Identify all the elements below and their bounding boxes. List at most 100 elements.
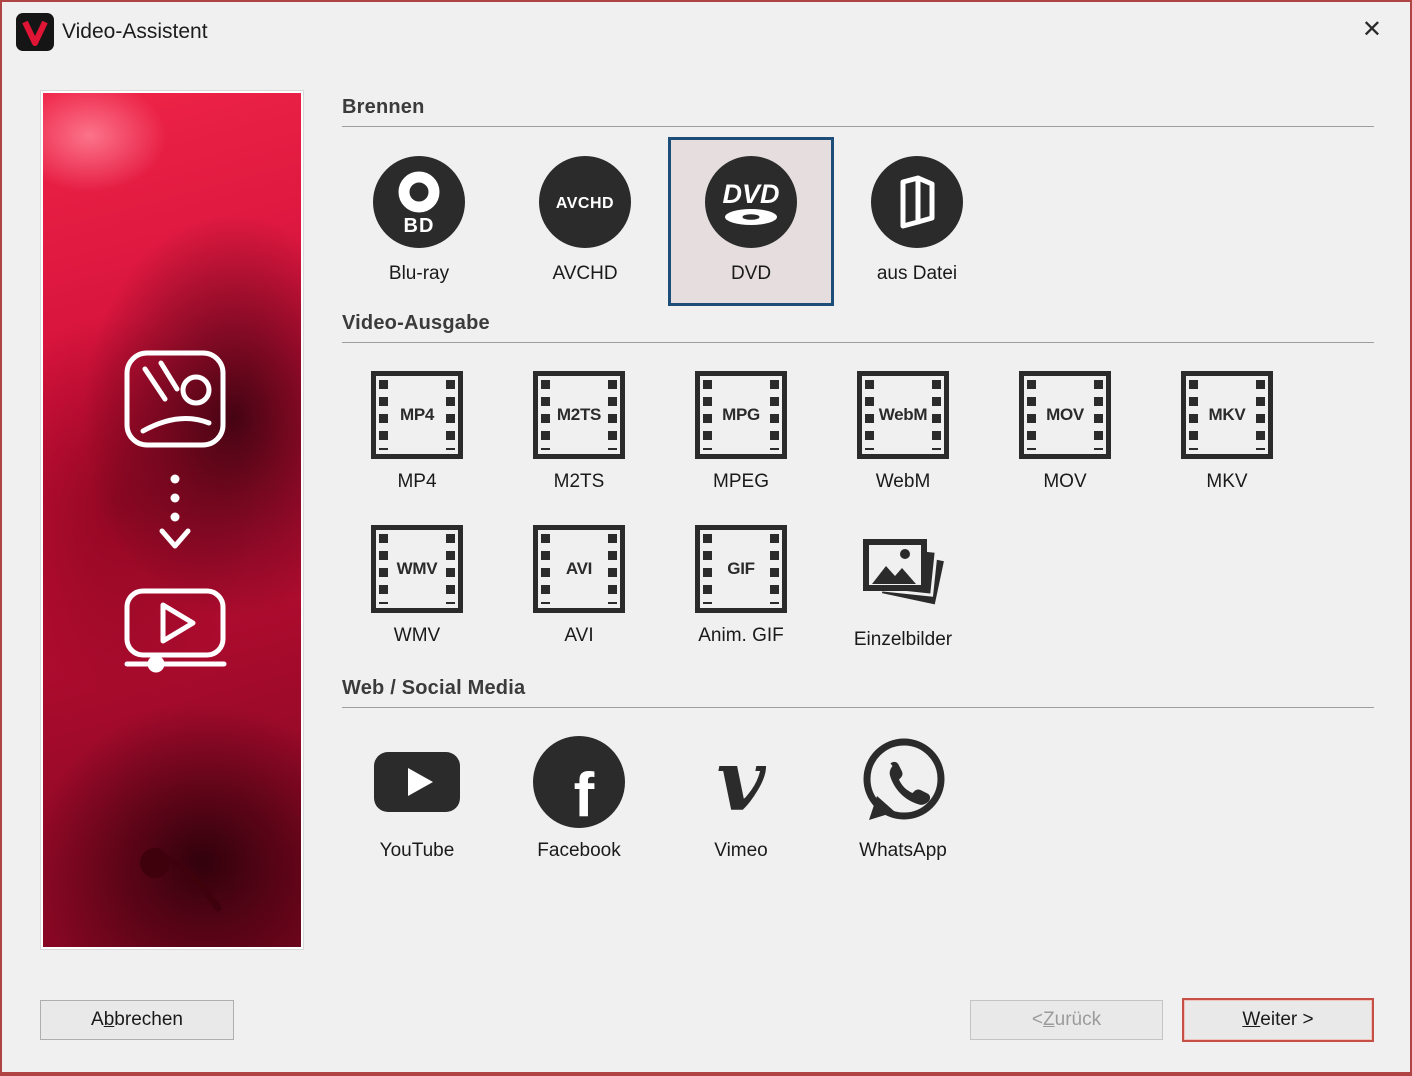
web-options-row: YouTube f Facebook v Vimeo xyxy=(336,736,1374,862)
youtube-icon xyxy=(371,736,463,828)
cancel-label-post: brechen xyxy=(114,1009,183,1031)
film-holes xyxy=(446,534,455,604)
web-option-label: Vimeo xyxy=(714,840,768,862)
film-holes xyxy=(770,380,779,450)
film-holes xyxy=(608,534,617,604)
burn-option-aus-datei[interactable]: aus Datei xyxy=(834,137,1000,306)
burn-option-label: Blu-ray xyxy=(389,263,449,285)
film-holes xyxy=(703,380,712,450)
close-icon[interactable]: ✕ xyxy=(1362,18,1382,42)
format-code: MKV xyxy=(1201,405,1253,425)
section-title-video-ausgabe: Video-Ausgabe xyxy=(342,312,1374,343)
web-option-facebook[interactable]: f Facebook xyxy=(498,736,660,862)
preview-panel xyxy=(40,90,304,950)
cancel-label-mnemonic: b xyxy=(104,1009,115,1031)
burn-option-dvd[interactable]: DVD DVD xyxy=(668,137,834,306)
film-holes xyxy=(379,534,388,604)
format-code: MP4 xyxy=(391,405,443,425)
format-code: M2TS xyxy=(553,405,605,425)
bluray-disc-icon: BD xyxy=(373,156,465,248)
burn-option-label: AVCHD xyxy=(552,263,617,285)
window-title: Video-Assistent xyxy=(62,20,208,44)
whatsapp-icon xyxy=(857,736,949,828)
burn-option-label: DVD xyxy=(731,263,771,285)
filmstrip-icon: AVI xyxy=(533,525,625,613)
film-holes xyxy=(1094,380,1103,450)
format-code: WMV xyxy=(391,559,443,579)
back-button[interactable]: < Zurück xyxy=(970,1000,1163,1040)
video-output-row-2: WMV WMV AVI AVI GIF Anim. GI xyxy=(336,525,1374,651)
burn-options-row: BD Blu-ray AVCHD AVCHD DVD DVD xyxy=(336,137,1374,306)
next-button[interactable]: Weiter > xyxy=(1182,998,1374,1042)
filmstrip-icon: MPG xyxy=(695,371,787,459)
format-code: MPG xyxy=(715,405,767,425)
film-holes xyxy=(446,380,455,450)
film-holes xyxy=(1189,380,1198,450)
facebook-icon: f xyxy=(533,736,625,828)
section-title-web-social: Web / Social Media xyxy=(342,677,1374,708)
output-option-label: M2TS xyxy=(554,471,605,493)
output-option-label: WMV xyxy=(394,625,440,647)
output-option-label: WebM xyxy=(876,471,931,493)
title-bar: Video-Assistent ✕ xyxy=(2,2,1410,64)
film-holes xyxy=(608,380,617,450)
flower-photo xyxy=(43,93,301,947)
output-option-label: Einzelbilder xyxy=(854,629,952,651)
output-option-webm[interactable]: WebM WebM xyxy=(822,371,984,493)
format-code: GIF xyxy=(715,559,767,579)
output-option-mkv[interactable]: MKV MKV xyxy=(1146,371,1308,493)
video-output-row-1: MP4 MP4 M2TS M2TS MPG MPEG xyxy=(336,371,1374,493)
format-code: AVI xyxy=(553,559,605,579)
filmstrip-icon: WMV xyxy=(371,525,463,613)
film-holes xyxy=(541,534,550,604)
burn-option-label: aus Datei xyxy=(877,263,957,285)
output-option-avi[interactable]: AVI AVI xyxy=(498,525,660,651)
section-title-brennen: Brennen xyxy=(342,96,1374,127)
film-holes xyxy=(865,380,874,450)
web-option-label: YouTube xyxy=(380,840,455,862)
filmstrip-icon: MOV xyxy=(1019,371,1111,459)
output-option-einzelbilder[interactable]: Einzelbilder xyxy=(822,525,984,651)
vimeo-icon: v xyxy=(695,736,787,828)
output-option-mov[interactable]: MOV MOV xyxy=(984,371,1146,493)
output-option-label: MKV xyxy=(1206,471,1247,493)
stacked-images-icon xyxy=(857,525,949,617)
cancel-label-pre: A xyxy=(91,1009,104,1031)
app-logo-icon xyxy=(16,13,54,51)
next-label-post: eiter > xyxy=(1260,1009,1313,1031)
svg-text:BD: BD xyxy=(404,215,435,237)
filmstrip-icon: M2TS xyxy=(533,371,625,459)
flower-bud-shape xyxy=(140,848,218,908)
output-option-label: Anim. GIF xyxy=(698,625,784,647)
filmstrip-icon: MP4 xyxy=(371,371,463,459)
film-holes xyxy=(1027,380,1036,450)
cancel-button[interactable]: Abbrechen xyxy=(40,1000,234,1040)
output-option-m2ts[interactable]: M2TS M2TS xyxy=(498,371,660,493)
web-option-whatsapp[interactable]: WhatsApp xyxy=(822,736,984,862)
output-option-label: MOV xyxy=(1043,471,1086,493)
web-option-youtube[interactable]: YouTube xyxy=(336,736,498,862)
media-source-icon xyxy=(127,353,223,445)
burn-option-bluray[interactable]: BD Blu-ray xyxy=(336,137,502,306)
back-label-pre: < xyxy=(1032,1009,1043,1031)
output-option-mp4[interactable]: MP4 MP4 xyxy=(336,371,498,493)
film-holes xyxy=(703,534,712,604)
avchd-disc-icon: AVCHD xyxy=(539,156,631,248)
film-holes xyxy=(379,380,388,450)
next-label-mnemonic: W xyxy=(1242,1009,1260,1031)
burn-option-avchd[interactable]: AVCHD AVCHD xyxy=(502,137,668,306)
playhead-dot xyxy=(148,656,165,673)
svg-text:AVCHD: AVCHD xyxy=(556,195,614,212)
svg-text:v: v xyxy=(717,736,767,828)
output-option-wmv[interactable]: WMV WMV xyxy=(336,525,498,651)
arrow-head-icon xyxy=(162,531,188,546)
web-option-vimeo[interactable]: v Vimeo xyxy=(660,736,822,862)
output-option-anim-gif[interactable]: GIF Anim. GIF xyxy=(660,525,822,651)
video-assistant-dialog: Video-Assistent ✕ xyxy=(0,0,1412,1076)
arrow-down-icon xyxy=(171,475,180,522)
film-holes xyxy=(932,380,941,450)
output-option-label: MP4 xyxy=(397,471,436,493)
output-option-mpeg[interactable]: MPG MPEG xyxy=(660,371,822,493)
format-code: WebM xyxy=(877,405,929,425)
filmstrip-icon: MKV xyxy=(1181,371,1273,459)
